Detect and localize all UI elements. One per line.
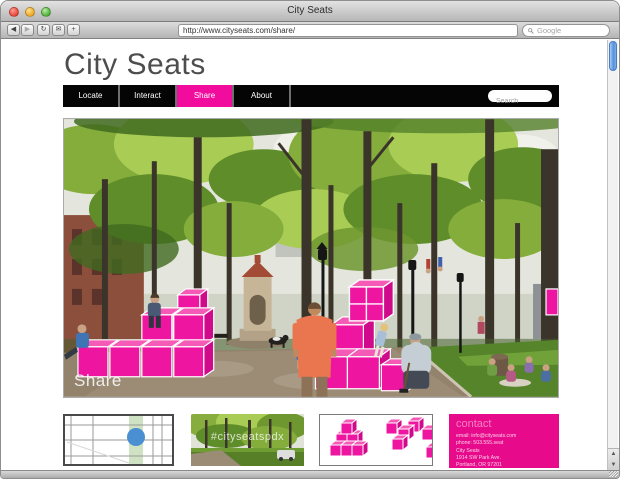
mail-icon[interactable]: ✉	[52, 24, 65, 36]
search-icon	[528, 28, 534, 34]
hero-caption: Share	[74, 371, 122, 391]
thumbnail-contact-card[interactable]: contact email: info@cityseats.com phone:…	[449, 414, 559, 468]
thumbnail-hashtag-photo[interactable]: #cityseatspdx	[191, 414, 304, 466]
title-bar: City Seats	[1, 1, 619, 22]
browser-toolbar: ◀ ▶ ↻ ✉ +	[1, 22, 619, 39]
map-location-dot	[127, 428, 145, 446]
contact-title: contact	[456, 418, 552, 430]
reload-icon[interactable]: ↻	[37, 24, 50, 36]
browser-window: City Seats ◀ ▶ ↻ ✉ + City Seats Locate I…	[0, 0, 620, 479]
hashtag-label: #cityseatspdx	[191, 431, 304, 443]
window-bottom-frame	[1, 470, 619, 478]
scrollbar-thumb[interactable]	[609, 41, 617, 71]
scroll-up-icon[interactable]: ▲	[608, 449, 619, 460]
floating-cube	[349, 280, 393, 321]
contact-city: Portland, OR 97201	[456, 462, 552, 468]
site-search-field	[488, 90, 552, 102]
browser-search-field	[522, 24, 610, 37]
contact-email: email: info@cityseats.com	[456, 433, 552, 440]
map-graphic	[65, 416, 172, 464]
contact-phone: phone: 503.555.seat	[456, 440, 552, 447]
back-icon[interactable]: ◀	[7, 24, 20, 36]
thumbnail-map[interactable]	[63, 414, 174, 466]
nav-tab-share[interactable]: Share	[177, 85, 234, 107]
contact-name: City Seats	[456, 448, 552, 455]
browser-search-input[interactable]	[537, 25, 607, 36]
nav-tab-about[interactable]: About	[234, 85, 291, 107]
url-input[interactable]	[178, 24, 518, 37]
nav-tab-interact[interactable]: Interact	[120, 85, 177, 107]
site-title: City Seats	[64, 48, 206, 82]
cube-pattern-graphic	[320, 415, 432, 465]
add-bookmark-icon[interactable]: +	[67, 24, 80, 36]
main-nav: Locate Interact Share About	[63, 85, 559, 107]
vertical-scrollbar[interactable]: ▲ ▼	[607, 40, 618, 470]
forward-icon[interactable]: ▶	[21, 24, 34, 36]
thumbnail-cube-pattern[interactable]	[319, 414, 433, 466]
site-search-input[interactable]	[488, 96, 552, 108]
window-title: City Seats	[1, 5, 619, 16]
page-content: City Seats Locate Interact Share About	[2, 40, 607, 470]
nav-tab-locate[interactable]: Locate	[63, 85, 120, 107]
hero-photo	[64, 119, 558, 397]
resize-grip[interactable]	[609, 471, 618, 477]
contact-street: 1914 SW Park Ave.	[456, 455, 552, 462]
hero-image: Share	[63, 118, 559, 398]
